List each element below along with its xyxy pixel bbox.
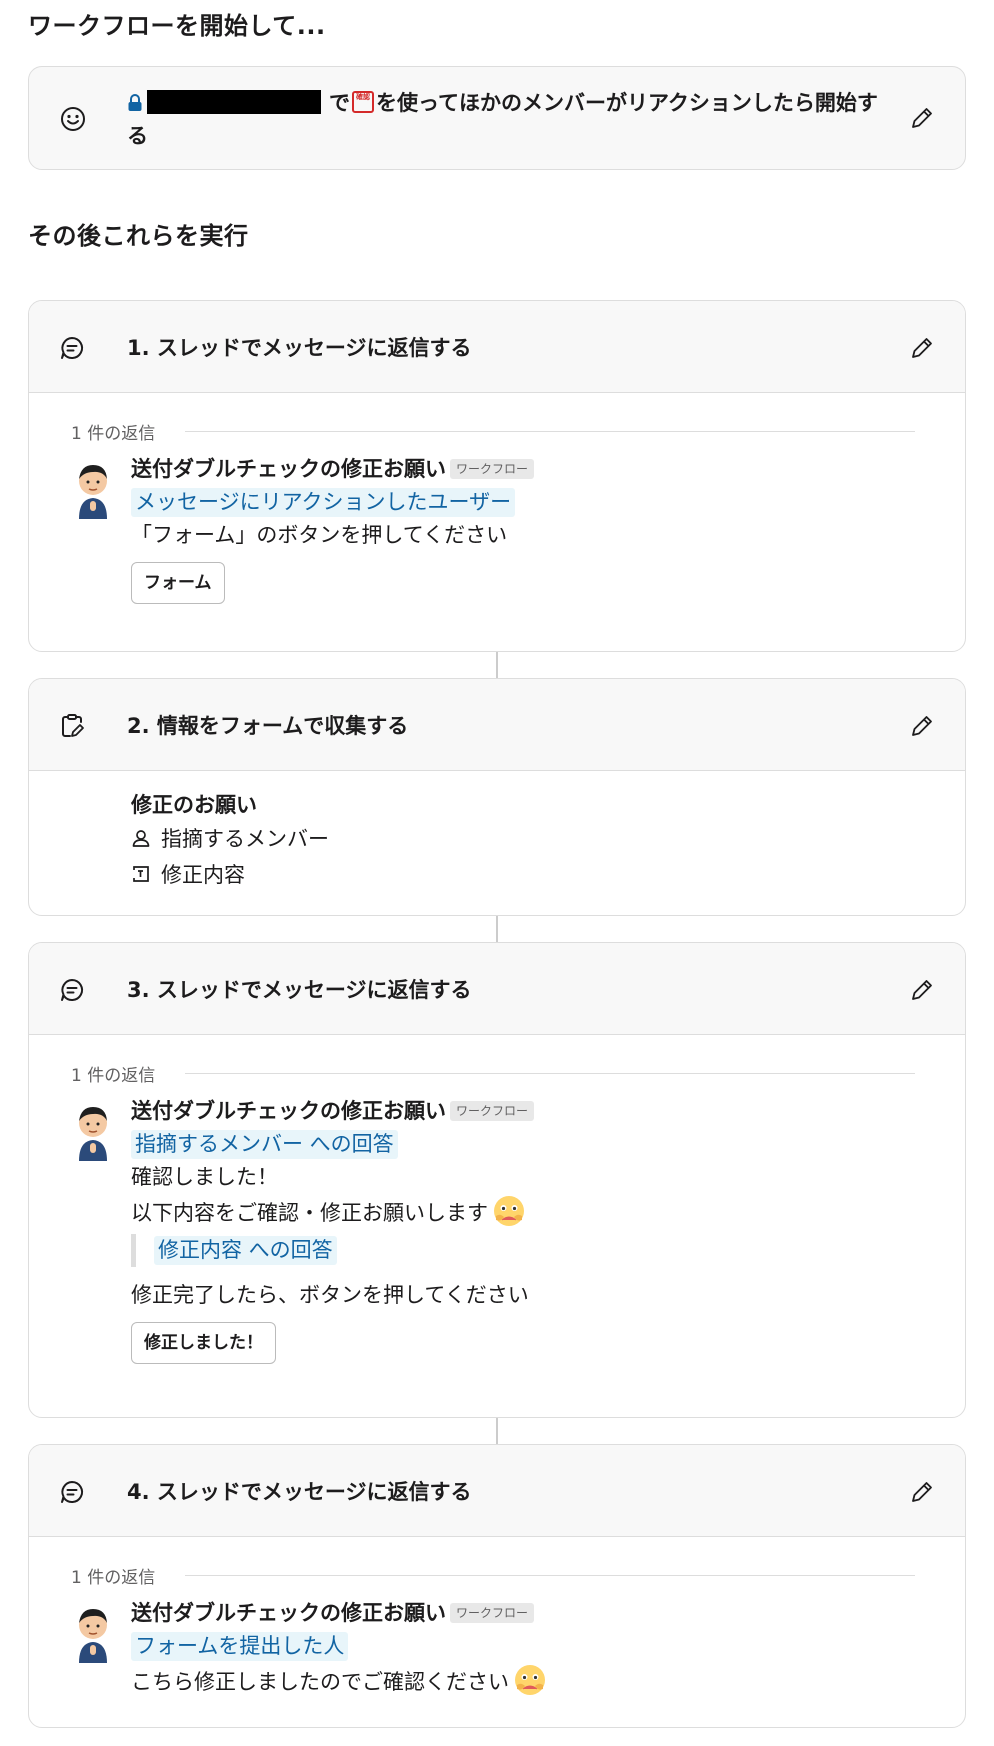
step-card-2[interactable]: 2. 情報をフォームで収集する 修正のお願い 指摘するメンバー 修正内容 xyxy=(28,678,966,916)
form-title: 修正のお願い xyxy=(131,793,257,817)
trigger-card[interactable]: で確認 を使ってほかのメンバーがリアクションしたら開始する xyxy=(28,66,966,170)
user-mention[interactable]: メッセージにリアクションしたユーザー xyxy=(131,488,516,517)
form-field-member: 指摘するメンバー xyxy=(131,823,329,853)
workflow-badge: ワークフロー xyxy=(450,1603,535,1623)
quote-block: 修正内容 への回答 xyxy=(131,1234,891,1267)
step-title: 4. スレッドでメッセージに返信する xyxy=(127,1479,472,1504)
message-line: 以下内容をご確認・修正お願いします xyxy=(131,1201,488,1225)
form-field-content: 修正内容 xyxy=(131,859,245,889)
step-header: 1. スレッドでメッセージに返信する xyxy=(29,301,965,393)
step-card-1[interactable]: 1. スレッドでメッセージに返信する 1 件の返信 送付ダブルチェックの修正お願… xyxy=(28,300,966,652)
message: 送付ダブルチェックの修正お願い ワークフロー メッセージにリアクションしたユーザー… xyxy=(131,453,891,604)
smiley-icon xyxy=(61,107,85,131)
divider xyxy=(185,431,915,432)
field-label: 指摘するメンバー xyxy=(161,827,329,851)
workflow-badge: ワークフロー xyxy=(450,1101,535,1121)
pencil-icon[interactable] xyxy=(909,105,935,131)
connector-line xyxy=(496,1418,498,1444)
chat-bubble-icon xyxy=(61,1481,84,1503)
sender-name: 送付ダブルチェックの修正お願い xyxy=(131,457,446,481)
lock-icon xyxy=(128,94,142,111)
reply-count: 1 件の返信 xyxy=(71,424,156,444)
redacted-channel-name xyxy=(147,90,321,114)
connector-line xyxy=(496,652,498,678)
step-header: 4. スレッドでメッセージに返信する xyxy=(29,1445,965,1537)
divider xyxy=(185,1073,915,1074)
pencil-icon[interactable] xyxy=(909,713,935,739)
fixed-button[interactable]: 修正しました！ xyxy=(131,1322,276,1364)
pencil-icon[interactable] xyxy=(909,977,935,1003)
clipboard-edit-icon xyxy=(62,714,84,737)
workflow-badge: ワークフロー xyxy=(450,459,535,479)
pleading-face-emoji xyxy=(515,1665,545,1695)
step-header: 3. スレッドでメッセージに返信する xyxy=(29,943,965,1035)
field-label: 修正内容 xyxy=(161,863,245,887)
start-heading: ワークフローを開始して... xyxy=(28,12,326,40)
sender-name: 送付ダブルチェックの修正お願い xyxy=(131,1601,446,1625)
avatar xyxy=(79,1609,107,1663)
message-line: こちら修正しましたのでご確認ください xyxy=(131,1670,509,1694)
variable-mention[interactable]: フォームを提出した人 xyxy=(131,1632,349,1661)
step-card-4[interactable]: 4. スレッドでメッセージに返信する 1 件の返信 送付ダブルチェックの修正お願… xyxy=(28,1444,966,1728)
connector-line xyxy=(496,916,498,942)
stamp-emoji: 確認 xyxy=(352,91,374,113)
pencil-icon[interactable] xyxy=(909,1479,935,1505)
message-line: 修正完了したら、ボタンを押してください xyxy=(131,1283,529,1307)
reply-count: 1 件の返信 xyxy=(71,1066,156,1086)
avatar xyxy=(79,465,107,519)
message: 送付ダブルチェックの修正お願い ワークフロー フォームを提出した人 こちら修正しま… xyxy=(131,1597,891,1699)
step-card-3[interactable]: 3. スレッドでメッセージに返信する 1 件の返信 送付ダブルチェックの修正お願… xyxy=(28,942,966,1418)
text-field-icon xyxy=(133,866,149,882)
then-heading: その後これらを実行 xyxy=(28,222,249,250)
trigger-description: で確認 を使ってほかのメンバーがリアクションしたら開始する xyxy=(127,87,897,153)
divider xyxy=(185,1575,915,1576)
pleading-face-emoji xyxy=(494,1196,524,1226)
message-line-with-emoji: こちら修正しましたのでご確認ください xyxy=(131,1663,891,1699)
step-title: 2. 情報をフォームで収集する xyxy=(127,713,409,738)
message-line: 「フォーム」のボタンを押してください xyxy=(131,523,508,547)
message: 送付ダブルチェックの修正お願い ワークフロー 指摘するメンバー への回答 確認しま… xyxy=(131,1095,891,1364)
step-title: 3. スレッドでメッセージに返信する xyxy=(127,977,472,1002)
chat-bubble-icon xyxy=(61,337,84,359)
sender-name: 送付ダブルチェックの修正お願い xyxy=(131,1099,446,1123)
message-line-with-emoji: 以下内容をご確認・修正お願いします xyxy=(131,1194,891,1230)
workflow-builder: ワークフローを開始して... で確認 を使ってほかのメンバーがリアクションしたら開… xyxy=(0,0,994,1746)
person-icon xyxy=(132,830,150,847)
variable-mention[interactable]: 指摘するメンバー への回答 xyxy=(131,1130,398,1159)
pencil-icon[interactable] xyxy=(909,335,935,361)
avatar xyxy=(79,1107,107,1161)
reply-count: 1 件の返信 xyxy=(71,1568,156,1588)
step-header: 2. 情報をフォームで収集する xyxy=(29,679,965,771)
trigger-text-de: で xyxy=(329,91,350,115)
message-line: 確認しました！ xyxy=(131,1165,278,1189)
variable-mention[interactable]: 修正内容 への回答 xyxy=(154,1236,337,1265)
chat-bubble-icon xyxy=(61,979,84,1001)
form-button[interactable]: フォーム xyxy=(131,562,225,604)
step-title: 1. スレッドでメッセージに返信する xyxy=(127,335,472,360)
